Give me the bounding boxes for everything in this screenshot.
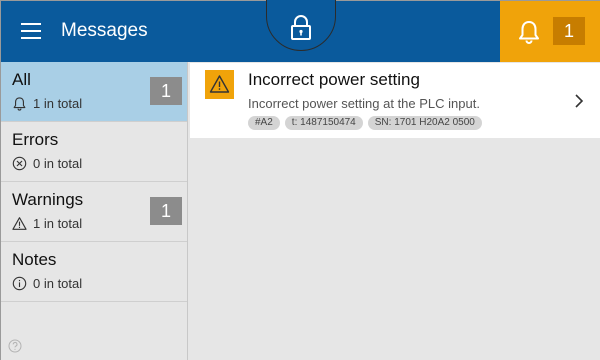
- message-item[interactable]: Incorrect power setting Incorrect power …: [190, 63, 600, 138]
- sidebar-item-count: 1 in total: [12, 215, 82, 231]
- header-bar: Messages 1: [1, 0, 600, 62]
- sidebar-item-notes[interactable]: Notes 0 in total: [1, 242, 187, 302]
- bell-icon: [13, 96, 26, 111]
- padlock-icon[interactable]: [289, 15, 313, 41]
- app-frame: Messages 1 All 1 in total 1 Errors 0 in …: [0, 0, 600, 360]
- alarm-button[interactable]: 1: [500, 1, 600, 62]
- sidebar-item-sub: 1 in total: [33, 95, 83, 111]
- sidebar: All 1 in total 1 Errors 0 in total Warni…: [1, 62, 188, 360]
- warning-triangle-icon: [12, 216, 27, 230]
- message-id-tag: #A2: [248, 116, 280, 130]
- sidebar-item-sub: 1 in total: [33, 215, 83, 231]
- sidebar-item-errors[interactable]: Errors 0 in total: [1, 122, 187, 182]
- sidebar-item-label: All: [12, 70, 31, 89]
- message-tags: #A2 t: 1487150474 SN: 1701 H20A2 0500: [248, 116, 487, 130]
- message-description: Incorrect power setting at the PLC input…: [248, 96, 480, 111]
- sidebar-item-sub: 0 in total: [33, 155, 83, 171]
- page-title: Messages: [61, 20, 148, 41]
- error-circle-x-icon: [12, 156, 27, 170]
- help-icon[interactable]: [8, 339, 22, 353]
- count-badge: 1: [150, 197, 182, 225]
- warning-triangle-icon: [205, 70, 234, 99]
- message-list: Incorrect power setting Incorrect power …: [188, 62, 600, 360]
- count-badge: 1: [150, 77, 182, 105]
- sidebar-item-sub: 0 in total: [33, 275, 83, 291]
- hamburger-menu-icon[interactable]: [21, 22, 41, 40]
- sidebar-item-label: Warnings: [12, 190, 84, 209]
- sidebar-item-warnings[interactable]: Warnings 1 in total 1: [1, 182, 187, 242]
- serial-number-tag: SN: 1701 H20A2 0500: [367, 116, 482, 130]
- alarm-count-badge: 1: [553, 17, 585, 45]
- sidebar-item-count: 0 in total: [12, 155, 82, 171]
- sidebar-item-count: 1 in total: [12, 95, 82, 111]
- sidebar-item-label: Errors: [12, 130, 59, 149]
- sidebar-item-all[interactable]: All 1 in total 1: [1, 62, 187, 122]
- chevron-right-icon: [573, 93, 585, 109]
- sidebar-item-count: 0 in total: [12, 275, 82, 291]
- timestamp-tag: t: 1487150474: [284, 116, 363, 130]
- bell-icon: [517, 19, 541, 45]
- info-circle-icon: [12, 276, 27, 290]
- sidebar-item-label: Notes: [12, 250, 57, 269]
- message-title: Incorrect power setting: [248, 70, 420, 89]
